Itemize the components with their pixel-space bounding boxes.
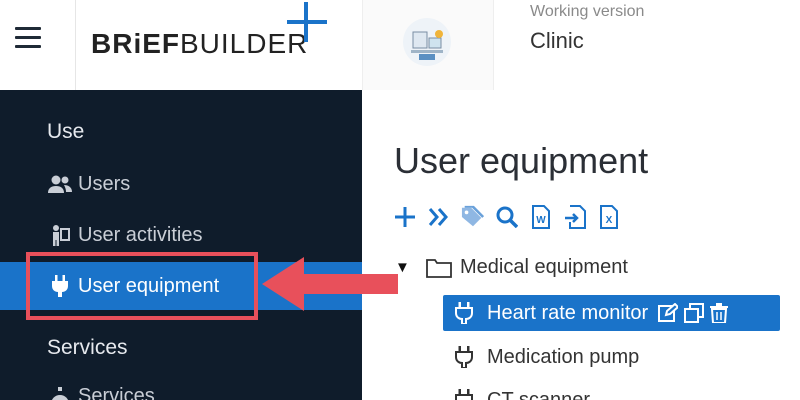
tree-item-medication-pump[interactable]: Medication pump bbox=[443, 339, 639, 375]
tree-item-label: Heart rate monitor bbox=[487, 301, 649, 324]
expand-all-icon[interactable] bbox=[427, 204, 451, 230]
project-name[interactable]: Clinic bbox=[530, 28, 584, 54]
copy-icon[interactable] bbox=[684, 303, 705, 323]
sidebar-item-label: Services bbox=[78, 384, 155, 400]
logo-text: BRiEFBUILDER bbox=[91, 28, 309, 59]
user-activities-icon bbox=[46, 224, 74, 246]
sidebar-item-users[interactable]: Users bbox=[0, 160, 362, 208]
header-divider bbox=[75, 0, 76, 90]
page-title: User equipment bbox=[394, 140, 649, 181]
folder-label[interactable]: Medical equipment bbox=[460, 256, 628, 279]
trash-icon[interactable] bbox=[710, 303, 729, 323]
services-icon bbox=[46, 386, 74, 400]
tree-item-label: CT scanner bbox=[487, 388, 591, 400]
app-header: BRiEFBUILDER Working version Clinic bbox=[0, 0, 800, 90]
tree-item-ct-scanner[interactable]: CT scanner bbox=[443, 382, 590, 400]
menu-icon[interactable] bbox=[15, 27, 41, 49]
tags-icon[interactable] bbox=[461, 204, 485, 230]
edit-icon[interactable] bbox=[658, 303, 679, 323]
import-icon[interactable] bbox=[563, 204, 587, 230]
users-icon bbox=[46, 174, 74, 194]
clinic-illustration-icon bbox=[403, 18, 451, 66]
sidebar-section-use: Use bbox=[47, 120, 85, 143]
highlight-box bbox=[26, 252, 258, 320]
excel-export-icon[interactable]: X bbox=[597, 204, 621, 230]
plug-icon bbox=[449, 302, 479, 324]
word-export-icon[interactable]: W bbox=[529, 204, 553, 230]
callout-arrow-icon bbox=[262, 257, 398, 311]
sidebar-item-label: User activities bbox=[78, 223, 203, 246]
folder-icon bbox=[426, 259, 452, 278]
sidebar-section-services: Services bbox=[47, 336, 128, 359]
toolbar: W X bbox=[393, 204, 621, 230]
tree-item-heart-rate-monitor[interactable]: Heart rate monitor bbox=[443, 295, 780, 331]
sidebar-item-label: Users bbox=[78, 172, 131, 195]
svg-text:X: X bbox=[606, 215, 613, 226]
svg-text:W: W bbox=[536, 215, 546, 226]
working-version-label: Working version bbox=[530, 3, 645, 20]
project-thumbnail[interactable] bbox=[362, 0, 494, 90]
plug-icon bbox=[449, 389, 479, 400]
page: BRiEFBUILDER Working version Clinic Use bbox=[0, 0, 800, 400]
logo-mark-icon bbox=[287, 2, 327, 42]
search-icon[interactable] bbox=[495, 204, 519, 230]
tree-item-label: Medication pump bbox=[487, 345, 640, 368]
collapse-caret-icon[interactable]: ▼ bbox=[395, 259, 410, 276]
add-icon[interactable] bbox=[393, 204, 417, 230]
plug-icon bbox=[449, 346, 479, 368]
sidebar-item-services[interactable]: Services bbox=[0, 372, 362, 400]
row-actions bbox=[658, 303, 729, 323]
